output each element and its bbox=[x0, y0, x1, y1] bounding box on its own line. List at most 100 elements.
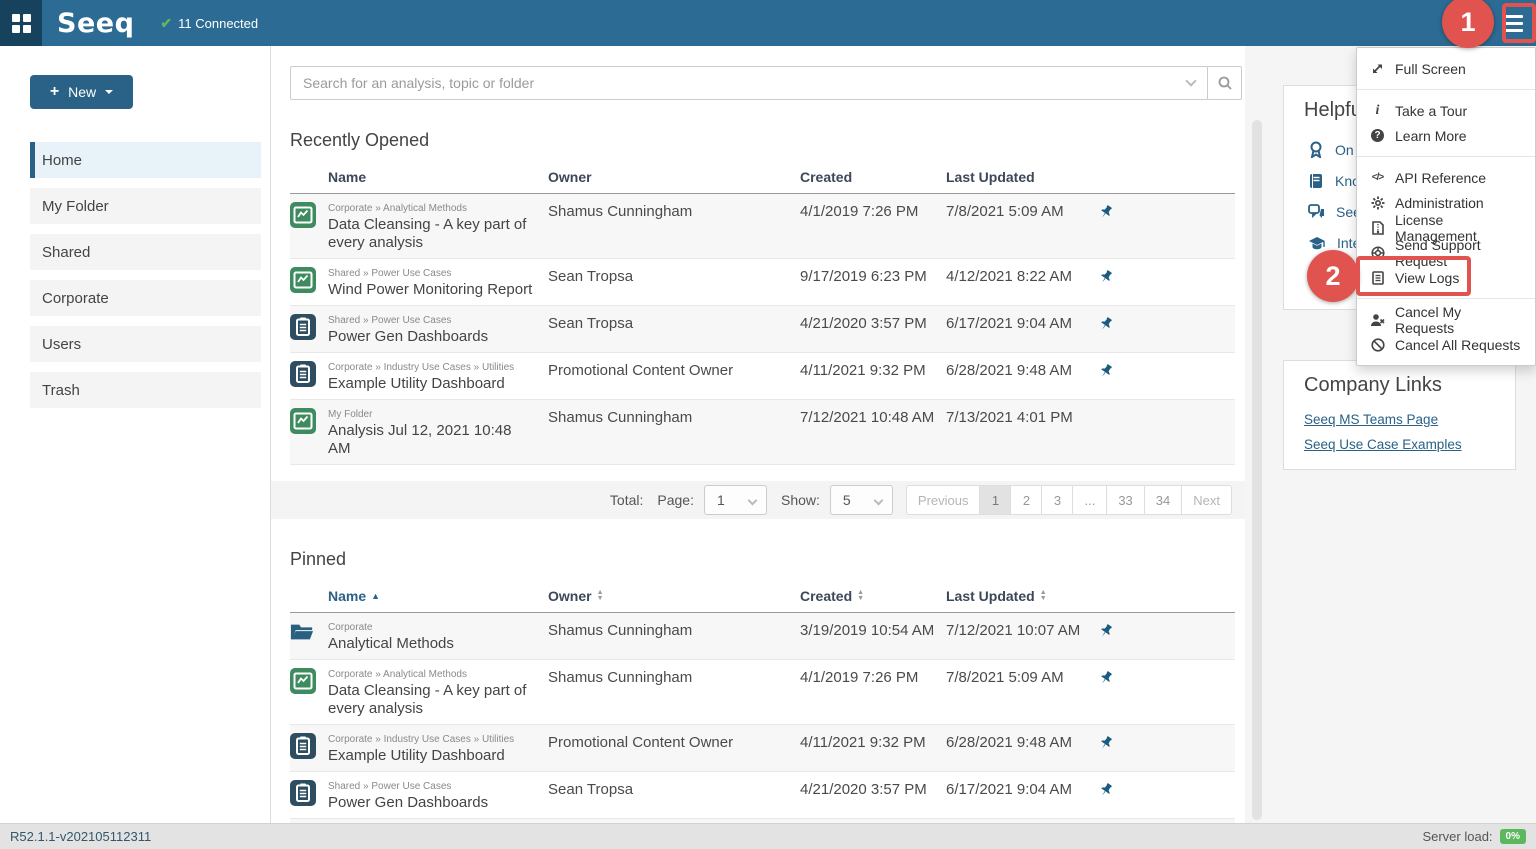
check-icon: ✔ bbox=[160, 15, 172, 32]
breadcrumb[interactable]: Corporate » Industry Use Cases » Utiliti… bbox=[328, 362, 548, 373]
item-name-link[interactable]: Data Cleansing - A key part of every ana… bbox=[328, 216, 548, 252]
menu-item-api-reference[interactable]: </> API Reference bbox=[1357, 165, 1535, 190]
pin-icon[interactable] bbox=[1090, 731, 1235, 751]
new-button[interactable]: + New bbox=[30, 75, 133, 109]
pagination-button-1[interactable]: 1 bbox=[979, 485, 1011, 515]
annotation-step-2: 2 bbox=[1307, 250, 1359, 302]
pagination-button-33[interactable]: 33 bbox=[1106, 485, 1144, 515]
menu-item-take-a-tour[interactable]: i Take a Tour bbox=[1357, 98, 1535, 123]
table-row[interactable]: Corporate » Analytical Methods Data Clea… bbox=[290, 194, 1235, 259]
sidebar-item-corporate[interactable]: Corporate bbox=[30, 280, 261, 316]
pin-icon[interactable] bbox=[1090, 312, 1235, 332]
table-row[interactable]: Shared » Power Use Cases Power Gen Dashb… bbox=[290, 306, 1235, 353]
page-select[interactable]: 1 bbox=[704, 485, 767, 515]
pagination-button-next[interactable]: Next bbox=[1181, 485, 1232, 515]
header-spacer bbox=[290, 169, 328, 185]
owner-cell: Shamus Cunningham bbox=[548, 406, 800, 426]
show-label: Show: bbox=[781, 492, 820, 508]
company-link-ms-teams[interactable]: Seeq MS Teams Page bbox=[1304, 412, 1515, 427]
menu-divider bbox=[1357, 89, 1535, 90]
created-cell: 4/21/2020 3:57 PM bbox=[800, 312, 946, 332]
breadcrumb[interactable]: Shared » Power Use Cases bbox=[328, 315, 548, 326]
question-circle-icon: ? bbox=[1369, 129, 1386, 142]
sidebar-item-users[interactable]: Users bbox=[30, 326, 261, 362]
pagination-button-previous[interactable]: Previous bbox=[906, 485, 981, 515]
table-row[interactable]: Corporate » Industry Use Cases » Utiliti… bbox=[290, 725, 1235, 772]
breadcrumb[interactable]: Corporate bbox=[328, 622, 548, 633]
seeq-logo[interactable]: Seeq bbox=[57, 10, 134, 37]
menu-item-learn-more[interactable]: ? Learn More bbox=[1357, 123, 1535, 148]
column-header-label: Last Updated bbox=[946, 588, 1035, 604]
pin-icon[interactable] bbox=[1090, 666, 1235, 686]
company-link-use-cases[interactable]: Seeq Use Case Examples bbox=[1304, 437, 1515, 452]
table-row[interactable]: Shared » Power Use Cases Power Gen Dashb… bbox=[290, 772, 1235, 819]
pagination-button-ellipsis[interactable]: ... bbox=[1072, 485, 1107, 515]
pin-icon[interactable] bbox=[1090, 619, 1235, 639]
breadcrumb[interactable]: Shared » Power Use Cases bbox=[328, 781, 548, 792]
pagination-button-34[interactable]: 34 bbox=[1144, 485, 1182, 515]
menu-item-full-screen[interactable]: Full Screen bbox=[1357, 56, 1535, 81]
caret-down-icon[interactable] bbox=[105, 90, 113, 98]
item-name-link[interactable]: Power Gen Dashboards bbox=[328, 794, 548, 812]
owner-cell: Promotional Content Owner bbox=[548, 731, 800, 751]
table-row[interactable]: Shared » Power Use Cases Wind Power Moni… bbox=[290, 259, 1235, 306]
connected-label: 11 Connected bbox=[178, 16, 258, 31]
pin-icon-empty[interactable] bbox=[1090, 406, 1235, 410]
pin-icon[interactable] bbox=[1090, 200, 1235, 220]
search-button[interactable] bbox=[1207, 66, 1242, 100]
table-row[interactable]: Corporate » Industry Use Cases » Utiliti… bbox=[290, 353, 1235, 400]
table-row[interactable]: Corporate » Analytical Methods Data Clea… bbox=[290, 660, 1235, 725]
pagination-button-2[interactable]: 2 bbox=[1010, 485, 1042, 515]
analysis-icon bbox=[290, 666, 328, 694]
breadcrumb[interactable]: My Folder bbox=[328, 409, 548, 420]
annotation-box-view-logs bbox=[1356, 256, 1471, 296]
company-links-list: Seeq MS Teams Page Seeq Use Case Example… bbox=[1304, 412, 1515, 452]
pager: Previous 1 2 3 ... 33 34 Next bbox=[907, 485, 1232, 515]
pin-icon[interactable] bbox=[1090, 778, 1235, 798]
agents-connected-status[interactable]: ✔ 11 Connected bbox=[160, 15, 258, 32]
page-select-value: 1 bbox=[717, 492, 725, 508]
vertical-scrollbar[interactable] bbox=[1252, 120, 1262, 820]
sidebar-item-home[interactable]: Home bbox=[30, 142, 261, 178]
item-name-link[interactable]: Wind Power Monitoring Report bbox=[328, 281, 548, 299]
updated-cell: 6/17/2021 9:04 AM bbox=[946, 778, 1090, 798]
item-name-link[interactable]: Example Utility Dashboard bbox=[328, 747, 548, 765]
server-load-badge: 0% bbox=[1500, 829, 1526, 844]
search-input[interactable] bbox=[290, 66, 1208, 100]
sidebar-item-shared[interactable]: Shared bbox=[30, 234, 261, 270]
updated-cell: 7/8/2021 5:09 AM bbox=[946, 666, 1090, 686]
table-row[interactable]: Corporate Analytical Methods Shamus Cunn… bbox=[290, 613, 1235, 660]
pagination-button-3[interactable]: 3 bbox=[1041, 485, 1073, 515]
pin-icon[interactable] bbox=[1090, 359, 1235, 379]
column-header-last-updated[interactable]: Last Updated ▲▼ bbox=[946, 588, 1090, 604]
sort-icon: ▲▼ bbox=[597, 590, 604, 602]
item-name-link[interactable]: Power Gen Dashboards bbox=[328, 328, 548, 346]
column-header-owner[interactable]: Owner ▲▼ bbox=[548, 588, 800, 604]
item-name-link[interactable]: Data Cleansing - A key part of every ana… bbox=[328, 682, 548, 718]
column-header-name[interactable]: Name ▲ bbox=[328, 588, 548, 604]
breadcrumb[interactable]: Corporate » Industry Use Cases » Utiliti… bbox=[328, 734, 548, 745]
item-name-link[interactable]: Analytical Methods bbox=[328, 635, 548, 653]
show-select[interactable]: 5 bbox=[830, 485, 893, 515]
sidebar-item-my-folder[interactable]: My Folder bbox=[30, 188, 261, 224]
pin-icon[interactable] bbox=[1090, 265, 1235, 285]
owner-cell: Shamus Cunningham bbox=[548, 200, 800, 220]
pinned-title: Pinned bbox=[290, 549, 1245, 570]
menu-item-cancel-my-requests[interactable]: Cancel My Requests bbox=[1357, 307, 1535, 332]
column-header-created[interactable]: Created ▲▼ bbox=[800, 588, 946, 604]
table-row[interactable]: My Folder Analysis Jul 12, 2021 10:48 AM… bbox=[290, 400, 1235, 465]
breadcrumb[interactable]: Corporate » Analytical Methods bbox=[328, 669, 548, 680]
breadcrumb[interactable]: Corporate » Analytical Methods bbox=[328, 203, 548, 214]
breadcrumb[interactable]: Shared » Power Use Cases bbox=[328, 268, 548, 279]
item-name-link[interactable]: Analysis Jul 12, 2021 10:48 AM bbox=[328, 422, 548, 458]
search-row bbox=[290, 66, 1245, 100]
app-switcher-button[interactable] bbox=[0, 0, 42, 46]
help-link-label: On bbox=[1335, 142, 1354, 158]
owner-cell: Sean Tropsa bbox=[548, 265, 800, 285]
sidebar-item-trash[interactable]: Trash bbox=[30, 372, 261, 408]
topic-icon bbox=[290, 731, 328, 759]
book-icon bbox=[1308, 173, 1324, 189]
menu-item-label: Cancel All Requests bbox=[1395, 337, 1520, 353]
item-name-link[interactable]: Example Utility Dashboard bbox=[328, 375, 548, 393]
menu-item-cancel-all-requests[interactable]: Cancel All Requests bbox=[1357, 332, 1535, 357]
